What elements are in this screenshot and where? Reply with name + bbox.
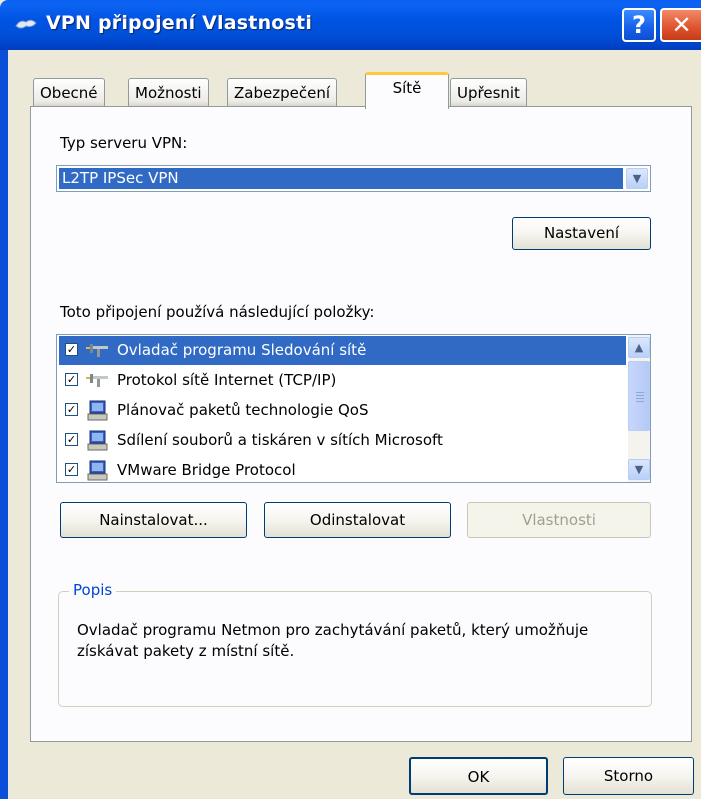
item-checkbox[interactable]: ✓ [65,403,78,416]
item-label: Sdílení souborů a tiskáren v sítích Micr… [117,431,443,449]
item-label: Ovladač programu Sledování sítě [117,341,367,359]
service-computer-icon [87,460,108,481]
tab-advanced[interactable]: Upřesnit [450,78,527,107]
help-button[interactable]: ? [622,8,656,42]
install-button[interactable]: Nainstalovat... [60,502,247,538]
protocol-icon [86,374,108,387]
item-label: Protokol sítě Internet (TCP/IP) [117,371,337,389]
tab-options[interactable]: Možnosti [128,78,209,107]
item-checkbox[interactable]: ✓ [65,373,78,386]
description-title: Popis [69,581,117,599]
vpn-connection-icon [15,19,37,29]
item-checkbox[interactable]: ✓ [65,433,78,446]
item-checkbox[interactable]: ✓ [65,343,78,356]
item-label: Plánovač paketů technologie QoS [117,401,369,419]
chevron-up-icon[interactable]: ▲ [628,337,650,358]
item-checkbox[interactable]: ✓ [65,463,78,476]
list-item[interactable]: ✓ Ovladač programu Sledování sítě [59,336,626,365]
scrollbar-thumb[interactable] [628,361,650,431]
tab-general[interactable]: Obecné [33,78,105,107]
service-computer-icon [87,430,108,451]
service-computer-icon [87,400,108,421]
list-item[interactable]: ✓ Protokol sítě Internet (TCP/IP) [59,366,626,395]
settings-button[interactable]: Nastavení [512,217,651,250]
description-text: Ovladač programu Netmon pro zachytávání … [77,621,589,660]
item-label: VMware Bridge Protocol [117,461,296,479]
list-item[interactable]: ✓ VMware Bridge Protocol [59,456,626,482]
close-button[interactable]: ✕ [660,8,701,42]
window-border [0,50,8,799]
description-group: Popis Ovladač programu Netmon pro zachyt… [58,581,652,707]
component-list[interactable]: ✓ Ovladač programu Sledování sítě ✓ Prot… [56,334,651,483]
uninstall-button[interactable]: Odinstalovat [264,502,451,538]
list-item[interactable]: ✓ Plánovač paketů technologie QoS [59,396,626,425]
tab-networking[interactable]: Sítě [365,72,449,109]
window-title: VPN připojení Vlastnosti [46,12,313,34]
vpn-type-label: Typ serveru VPN: [60,134,188,152]
properties-button[interactable]: Vlastnosti [467,502,651,538]
chevron-down-icon[interactable]: ▼ [626,168,648,189]
protocol-icon [86,344,108,357]
cancel-button[interactable]: Storno [563,757,694,795]
list-scrollbar[interactable]: ▲ ▼ [628,335,650,482]
items-label: Toto připojení používá následující polož… [60,303,375,321]
title-bar[interactable]: VPN připojení Vlastnosti ? ✕ [0,0,701,50]
ok-button[interactable]: OK [409,757,548,795]
vpn-type-value: L2TP IPSec VPN [59,168,623,189]
tab-security[interactable]: Zabezpečení [227,78,337,107]
vpn-type-select[interactable]: L2TP IPSec VPN ▼ [56,165,651,192]
chevron-down-icon[interactable]: ▼ [628,459,650,480]
list-item[interactable]: ✓ Sdílení souborů a tiskáren v sítích Mi… [59,426,626,455]
